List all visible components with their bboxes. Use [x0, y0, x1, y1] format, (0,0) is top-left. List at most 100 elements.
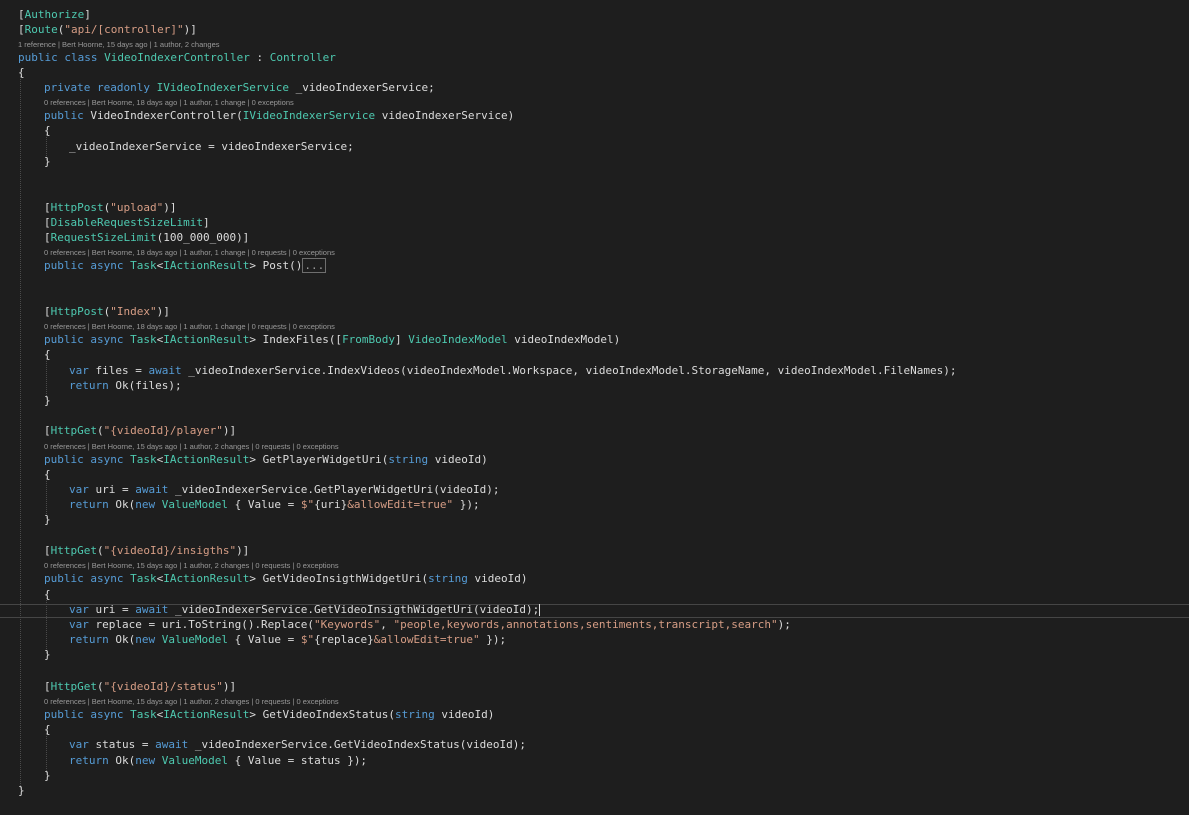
code-token: videoIndexerService) — [375, 109, 515, 122]
code-token: ValueModel — [161, 498, 228, 511]
code-token: } — [44, 155, 51, 168]
code-token: _videoIndexerService.IndexVideos(videoIn… — [181, 364, 957, 377]
code-token: _videoIndexerService.GetVideoInsigthWidg… — [168, 603, 540, 616]
indent-guide-getinsight — [46, 598, 47, 653]
code-token: public — [44, 109, 84, 122]
code-token: class — [64, 51, 98, 64]
code-line[interactable]: public async Task<IActionResult> GetVide… — [44, 571, 528, 586]
code-line[interactable]: [Route("api/[controller]")] — [18, 22, 197, 37]
code-token: readonly — [96, 81, 150, 94]
code-line[interactable]: var status = await _videoIndexerService.… — [69, 737, 526, 752]
code-editor[interactable]: [Authorize] [Route("api/[controller]")] pu… — [0, 0, 1189, 815]
codelens-info[interactable]: 0 references | Bert Hoorne, 15 days ago … — [44, 560, 339, 571]
code-token: {uri} — [314, 498, 348, 511]
code-token: async — [90, 259, 124, 272]
code-line[interactable]: public async Task<IActionResult> IndexFi… — [44, 332, 620, 347]
code-token: var — [69, 364, 89, 377]
code-token: uri = — [88, 603, 136, 616]
code-line[interactable]: public async Task<IActionResult> GetPlay… — [44, 452, 488, 467]
code-token: "{videoId}/player" — [103, 424, 223, 437]
code-line[interactable]: { — [44, 467, 51, 482]
codelens-info[interactable]: 0 references | Bert Hoorne, 18 days ago … — [44, 97, 294, 108]
code-line[interactable]: [DisableRequestSizeLimit] — [44, 215, 210, 230]
code-line[interactable]: { — [18, 65, 25, 80]
code-line[interactable]: public async Task<IActionResult> Post().… — [44, 258, 327, 273]
code-token: "people,keywords,annotations,sentiments,… — [393, 618, 778, 631]
code-token: &allowEdit=true" — [347, 498, 454, 511]
code-token: _videoIndexerService.GetVideoIndexStatus… — [188, 738, 526, 751]
codelens-info[interactable]: 1 reference | Bert Hoorne, 15 days ago |… — [18, 39, 220, 50]
code-token: Task — [130, 708, 157, 721]
codelens-info[interactable]: 0 references | Bert Hoorne, 18 days ago … — [44, 247, 335, 258]
code-line[interactable]: return Ok(new ValueModel { Value = $"{re… — [69, 632, 506, 647]
code-line[interactable]: _videoIndexerService = videoIndexerServi… — [69, 139, 354, 154]
code-line[interactable]: { — [44, 587, 51, 602]
code-line[interactable]: return Ok(new ValueModel { Value = statu… — [69, 753, 367, 768]
code-token: )] — [163, 201, 177, 214]
code-token: [ — [18, 23, 25, 36]
code-line[interactable]: [HttpGet("{videoId}/status")] — [44, 679, 236, 694]
code-line[interactable]: public class VideoIndexerController : Co… — [18, 50, 336, 65]
code-token: _videoIndexerService.GetPlayerWidgetUri(… — [168, 483, 500, 496]
codelens-info[interactable]: 0 references | Bert Hoorne, 15 days ago … — [44, 696, 339, 707]
code-token: "{videoId}/insigths" — [103, 544, 237, 557]
code-line[interactable]: } — [18, 783, 25, 798]
code-token: [ — [44, 680, 51, 693]
code-token: _videoIndexerService; — [289, 81, 435, 94]
code-line[interactable]: [Authorize] — [18, 7, 91, 22]
code-line[interactable]: [HttpGet("{videoId}/player")] — [44, 423, 236, 438]
code-line[interactable]: public VideoIndexerController(IVideoInde… — [44, 108, 514, 123]
code-token: RequestSizeLimit — [50, 231, 157, 244]
code-line[interactable]: } — [44, 768, 51, 783]
code-line[interactable]: { — [44, 123, 51, 138]
code-token: public — [18, 51, 58, 64]
code-line[interactable]: var replace = uri.ToString().Replace("Ke… — [69, 617, 791, 632]
collapsed-region-button[interactable]: ... — [302, 258, 327, 273]
code-line[interactable]: return Ok(files); — [69, 378, 182, 393]
code-line[interactable]: { — [44, 347, 51, 362]
code-token: "upload" — [110, 201, 164, 214]
code-token: "Keywords" — [314, 618, 381, 631]
code-token: { Value = status }); — [227, 754, 368, 767]
code-token: { — [44, 348, 51, 361]
code-line[interactable]: [HttpPost("upload")] — [44, 200, 176, 215]
code-token: IVideoIndexerService — [156, 81, 290, 94]
code-token: > GetVideoInsigthWidgetUri( — [249, 572, 429, 585]
code-token: $" — [300, 498, 315, 511]
code-token: public — [44, 708, 84, 721]
code-token: )] — [236, 544, 250, 557]
code-line[interactable]: } — [44, 647, 51, 662]
code-token: IActionResult — [163, 708, 250, 721]
code-token: replace = uri.ToString().Replace( — [88, 618, 315, 631]
code-line[interactable]: var uri = await _videoIndexerService.Get… — [69, 602, 541, 617]
code-token: [ — [18, 8, 25, 21]
code-line[interactable]: } — [44, 154, 51, 169]
code-line[interactable]: [HttpGet("{videoId}/insigths")] — [44, 543, 249, 558]
code-token: } — [44, 769, 51, 782]
code-token: videoId) — [467, 572, 528, 585]
code-line[interactable]: } — [44, 393, 51, 408]
code-line[interactable]: [RequestSizeLimit(100_000_000)] — [44, 230, 249, 245]
code-line[interactable]: public async Task<IActionResult> GetVide… — [44, 707, 494, 722]
code-token: { — [44, 468, 51, 481]
code-token: var — [69, 483, 89, 496]
code-token: : — [249, 51, 270, 64]
code-line[interactable]: return Ok(new ValueModel { Value = $"{ur… — [69, 497, 480, 512]
code-line[interactable]: { — [44, 722, 51, 737]
code-line[interactable]: } — [44, 512, 51, 527]
code-token: { — [44, 723, 51, 736]
code-token: ValueModel — [161, 754, 228, 767]
code-line[interactable]: [HttpPost("Index")] — [44, 304, 170, 319]
code-line[interactable]: private readonly IVideoIndexerService _v… — [44, 80, 435, 95]
code-token: "{videoId}/status" — [103, 680, 223, 693]
code-token: var — [69, 603, 89, 616]
code-token: , — [380, 618, 394, 631]
codelens-info[interactable]: 0 references | Bert Hoorne, 18 days ago … — [44, 321, 335, 332]
codelens-info[interactable]: 0 references | Bert Hoorne, 15 days ago … — [44, 441, 339, 452]
code-token: DisableRequestSizeLimit — [50, 216, 203, 229]
code-line[interactable]: var files = await _videoIndexerService.I… — [69, 363, 956, 378]
code-line[interactable]: var uri = await _videoIndexerService.Get… — [69, 482, 500, 497]
